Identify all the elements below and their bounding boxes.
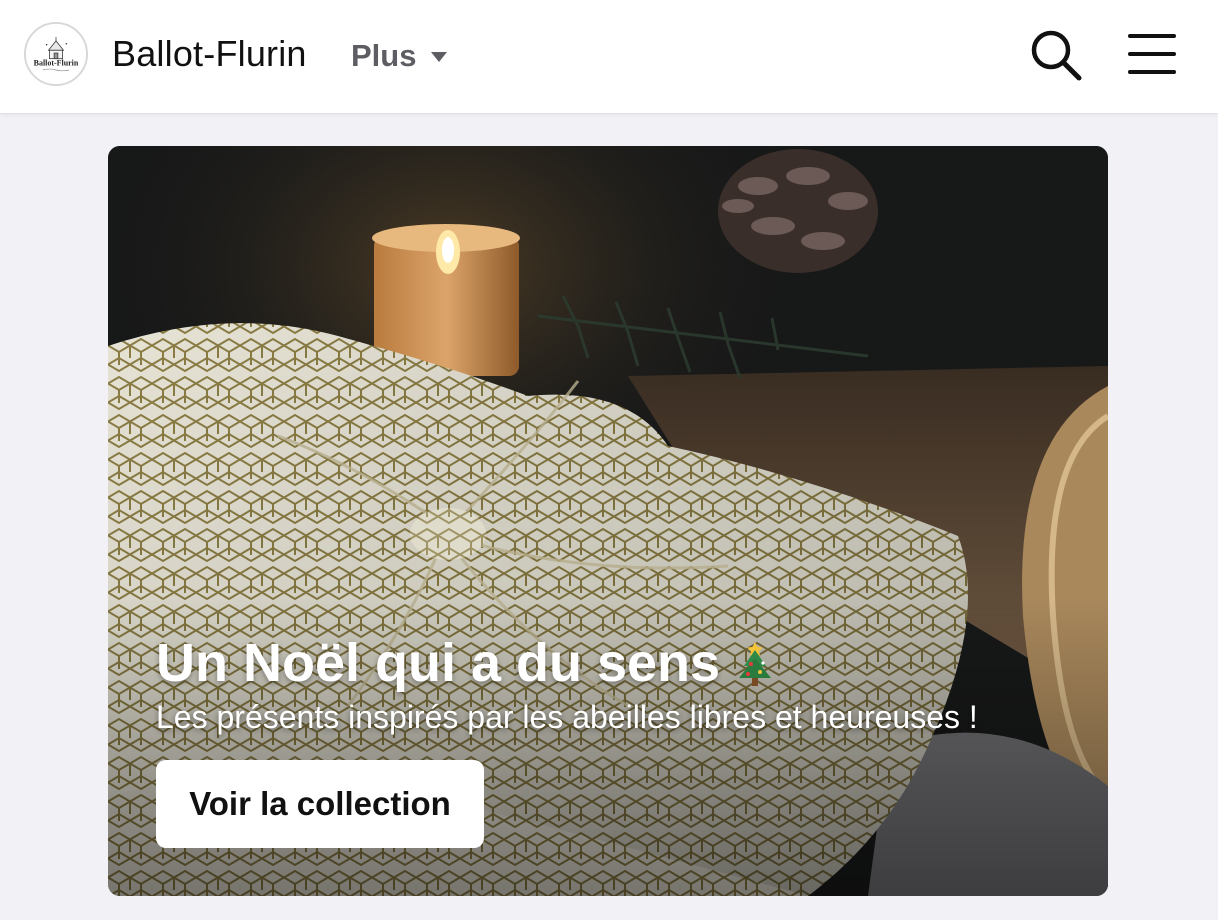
brand-logo[interactable]: Ballot-Flurin	[24, 22, 88, 86]
hamburger-menu-icon	[1128, 34, 1176, 74]
site-header: Ballot-Flurin Ballot-Flurin Plus	[0, 0, 1218, 114]
more-menu-label: Plus	[351, 38, 417, 73]
caret-down-icon	[431, 52, 448, 62]
hero-banner[interactable]: Un Noël qui a du sens Les présents inspi…	[108, 146, 1108, 896]
svg-text:Ballot-Flurin: Ballot-Flurin	[34, 58, 79, 67]
search-button[interactable]	[1027, 26, 1085, 84]
more-menu-dropdown[interactable]: Plus	[351, 38, 448, 74]
search-icon	[1031, 30, 1082, 81]
christmas-tree-icon	[732, 636, 778, 692]
hero-title-text: Un Noël qui a du sens	[156, 633, 721, 693]
hero-content: Un Noël qui a du sens Les présents inspi…	[156, 633, 1076, 736]
view-collection-button[interactable]: Voir la collection	[156, 760, 484, 848]
menu-button[interactable]	[1124, 28, 1180, 80]
brand-name[interactable]: Ballot-Flurin	[112, 33, 307, 75]
hero-title: Un Noël qui a du sens	[156, 633, 1076, 693]
logo-emblem-icon: Ballot-Flurin	[26, 24, 86, 84]
hero-subtitle: Les présents inspirés par les abeilles l…	[156, 699, 978, 736]
